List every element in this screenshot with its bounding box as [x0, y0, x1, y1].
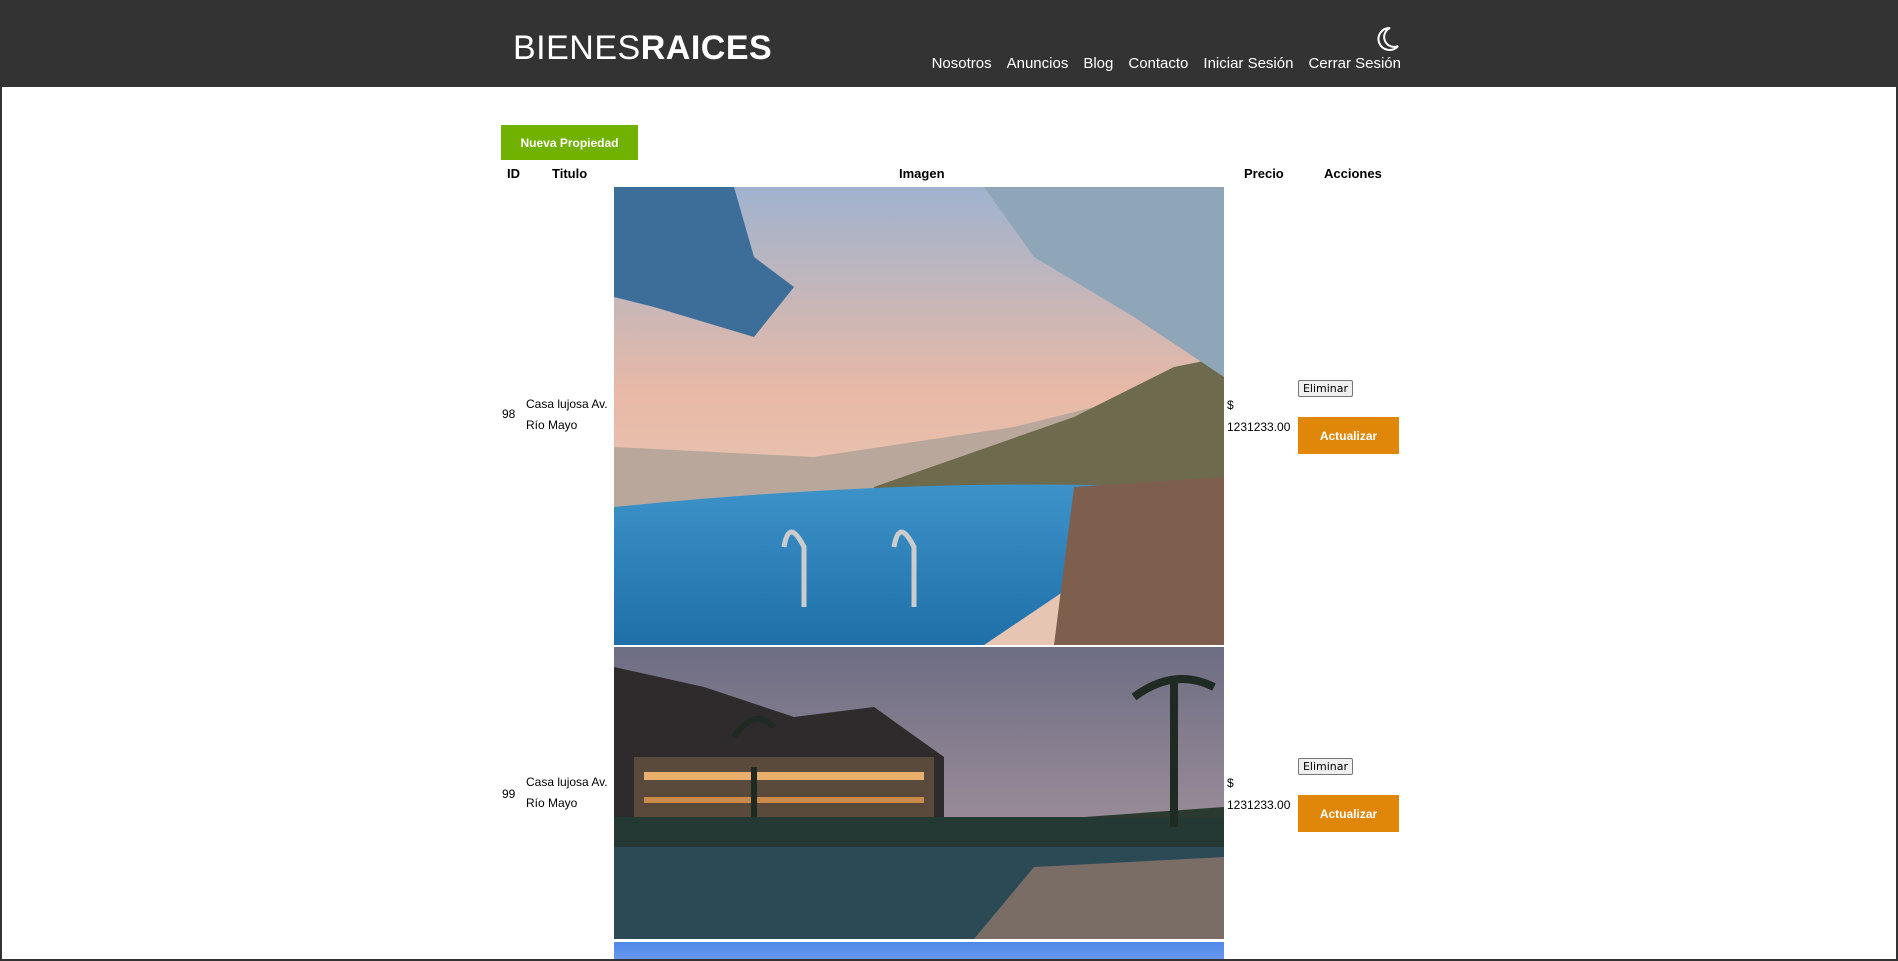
col-header-title: Titulo	[552, 166, 588, 181]
row-title: Casa lujosa Av. Río Mayo	[526, 775, 608, 810]
delete-button[interactable]: Eliminar	[1298, 758, 1353, 775]
col-header-actions: Acciones	[1324, 166, 1382, 181]
main-nav: Nosotros Anuncios Blog Contacto Iniciar …	[932, 54, 1401, 74]
nav-link-contacto[interactable]: Contacto	[1128, 54, 1188, 74]
nav-link-iniciar-sesion[interactable]: Iniciar Sesión	[1203, 54, 1293, 74]
property-image	[614, 942, 1224, 961]
row-title: Casa lujosa Av. Río Mayo	[526, 397, 608, 432]
dark-mode-moon-icon[interactable]	[1376, 26, 1400, 52]
nav-link-anuncios[interactable]: Anuncios	[1007, 54, 1069, 74]
nav-link-cerrar-sesion[interactable]: Cerrar Sesión	[1308, 54, 1401, 74]
update-button[interactable]: Actualizar	[1298, 795, 1399, 832]
site-logo[interactable]: BIENESRAICES	[513, 28, 772, 68]
col-header-image: Imagen	[899, 166, 945, 181]
new-property-button[interactable]: Nueva Propiedad	[501, 125, 638, 160]
row-price: $ 1231233.00	[1227, 398, 1291, 434]
site-header: BIENESRAICES Nosotros Anuncios Blog Cont…	[0, 0, 1898, 87]
col-header-price: Precio	[1244, 166, 1284, 181]
logo-light-text: BIENES	[513, 29, 641, 67]
col-header-id: ID	[507, 166, 520, 181]
nav-link-blog[interactable]: Blog	[1083, 54, 1113, 74]
property-image	[614, 647, 1224, 939]
row-id: 99	[502, 787, 516, 801]
update-button[interactable]: Actualizar	[1298, 417, 1399, 454]
logo-bold-text: RAICES	[640, 29, 773, 67]
delete-button[interactable]: Eliminar	[1298, 380, 1353, 397]
property-image	[614, 187, 1224, 645]
row-price: $ 1231233.00	[1227, 776, 1291, 812]
row-id: 98	[502, 407, 516, 421]
nav-link-nosotros[interactable]: Nosotros	[932, 54, 992, 74]
